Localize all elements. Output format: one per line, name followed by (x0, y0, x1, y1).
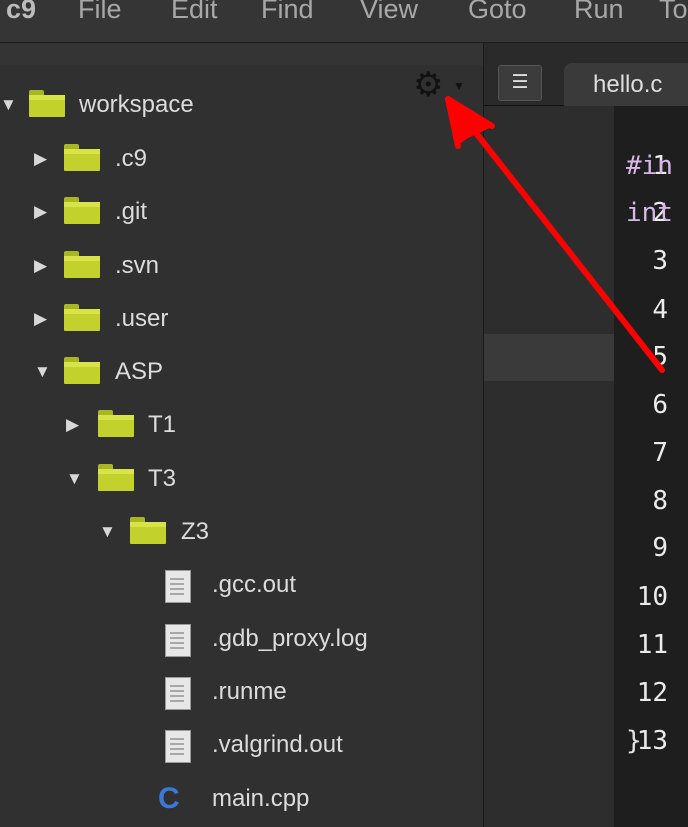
cloud9-logo[interactable]: c9 (6, 0, 36, 25)
gear-icon[interactable]: ⚙ (413, 67, 449, 103)
expanded-arrow-icon[interactable]: ▼ (0, 85, 17, 125)
collapsed-arrow-icon[interactable]: ▶ (34, 192, 47, 232)
tree-item-asp[interactable]: ▼ ASP (0, 352, 260, 392)
line-number: 7 (652, 438, 668, 468)
cpp-file-icon: C (158, 782, 180, 815)
folder-icon (64, 357, 100, 384)
tree-item-label: .user (115, 305, 169, 332)
text-file-icon (165, 730, 191, 763)
code-line[interactable]: int (626, 198, 673, 228)
folder-icon (64, 144, 100, 171)
menu-view[interactable]: View (360, 0, 418, 25)
tree-item-label: .gdb_proxy.log (212, 625, 368, 652)
menu-file[interactable]: File (78, 0, 122, 25)
tree-item-label: .runme (212, 678, 287, 705)
tree-item-t1[interactable]: ▶ T1 (0, 405, 260, 445)
tree-item-label: main.cpp (212, 785, 310, 812)
folder-icon (64, 304, 100, 331)
text-file-icon (165, 570, 191, 603)
tree-item-label: Z3 (181, 518, 210, 545)
expanded-arrow-icon[interactable]: ▼ (34, 352, 51, 392)
line-number: 3 (652, 246, 668, 276)
folder-icon (98, 464, 134, 491)
tree-item-label: workspace (79, 91, 194, 118)
tab-hello-c[interactable]: hello.c (564, 63, 688, 106)
line-number: 5 (652, 342, 668, 372)
tree-item-label: ASP (115, 358, 164, 385)
menu-goto[interactable]: Goto (468, 0, 527, 25)
tree-item-runme[interactable]: .runme (0, 672, 340, 712)
collapsed-arrow-icon[interactable]: ▶ (34, 139, 47, 179)
tree-item-gcc-out[interactable]: .gcc.out (0, 565, 340, 605)
text-file-icon (165, 677, 191, 710)
tree-item-user[interactable]: ▶ .user (0, 299, 260, 339)
editor-tab-bar: ☰ hello.c (484, 43, 688, 106)
collapsed-arrow-icon[interactable]: ▶ (34, 299, 47, 339)
tree-item-label: .svn (115, 252, 160, 279)
tree-item-z3[interactable]: ▼ Z3 (0, 512, 260, 552)
folder-icon (64, 251, 100, 278)
folder-icon (64, 197, 100, 224)
menu-bar: c9 File Edit Find View Goto Run To (0, 0, 688, 43)
expanded-arrow-icon[interactable]: ▼ (99, 512, 116, 552)
tree-item-main-cpp[interactable]: C main.cpp (0, 779, 340, 819)
line-number: 4 (652, 295, 668, 325)
collapsed-arrow-icon[interactable]: ▶ (66, 405, 79, 445)
folder-icon (29, 90, 65, 117)
expanded-arrow-icon[interactable]: ▼ (66, 459, 83, 499)
line-number: 12 (636, 678, 668, 708)
tree-item-t3[interactable]: ▼ T3 (0, 459, 260, 499)
active-line-highlight (484, 334, 614, 381)
line-number: 8 (652, 486, 668, 516)
tab-list-icon[interactable]: ☰ (498, 65, 542, 101)
menu-edit[interactable]: Edit (171, 0, 218, 25)
line-number-gutter (484, 106, 614, 827)
tree-item-valgrind-out[interactable]: .valgrind.out (0, 725, 380, 765)
line-number: 6 (652, 390, 668, 420)
tree-item-label: T1 (148, 411, 177, 438)
menu-find[interactable]: Find (261, 0, 314, 25)
menu-run[interactable]: Run (574, 0, 624, 25)
tree-item-gdb-proxy-log[interactable]: .gdb_proxy.log (0, 619, 410, 659)
folder-icon (98, 410, 134, 437)
code-line[interactable]: } (626, 726, 642, 756)
line-number: 10 (636, 582, 668, 612)
workspace-sidebar: ⚙ ▼ ▼ workspace ▶ .c9 ▶ .git ▶ .svn ▶ .u… (0, 43, 484, 827)
code-editor: ☰ hello.c 1 2 3 4 5 6 7 8 9 10 11 12 13 … (484, 43, 688, 827)
chevron-down-icon[interactable]: ▼ (453, 79, 465, 93)
sidebar-header (0, 43, 483, 65)
line-number: 9 (652, 533, 668, 563)
folder-icon (130, 517, 166, 544)
tree-item-c9[interactable]: ▶ .c9 (0, 139, 260, 179)
tree-item-label: .c9 (115, 145, 148, 172)
tree-item-label: .gcc.out (212, 571, 297, 598)
collapsed-arrow-icon[interactable]: ▶ (34, 246, 47, 286)
menu-tools[interactable]: To (659, 0, 688, 25)
tree-item-workspace[interactable]: ▼ workspace (0, 85, 280, 125)
tree-item-git[interactable]: ▶ .git (0, 192, 260, 232)
code-line[interactable]: #in (626, 151, 673, 181)
text-file-icon (165, 624, 191, 657)
tree-item-label: .git (115, 198, 148, 225)
line-number: 11 (636, 630, 668, 660)
tree-item-svn[interactable]: ▶ .svn (0, 246, 260, 286)
tree-item-label: T3 (148, 465, 177, 492)
tree-item-label: .valgrind.out (212, 731, 343, 758)
